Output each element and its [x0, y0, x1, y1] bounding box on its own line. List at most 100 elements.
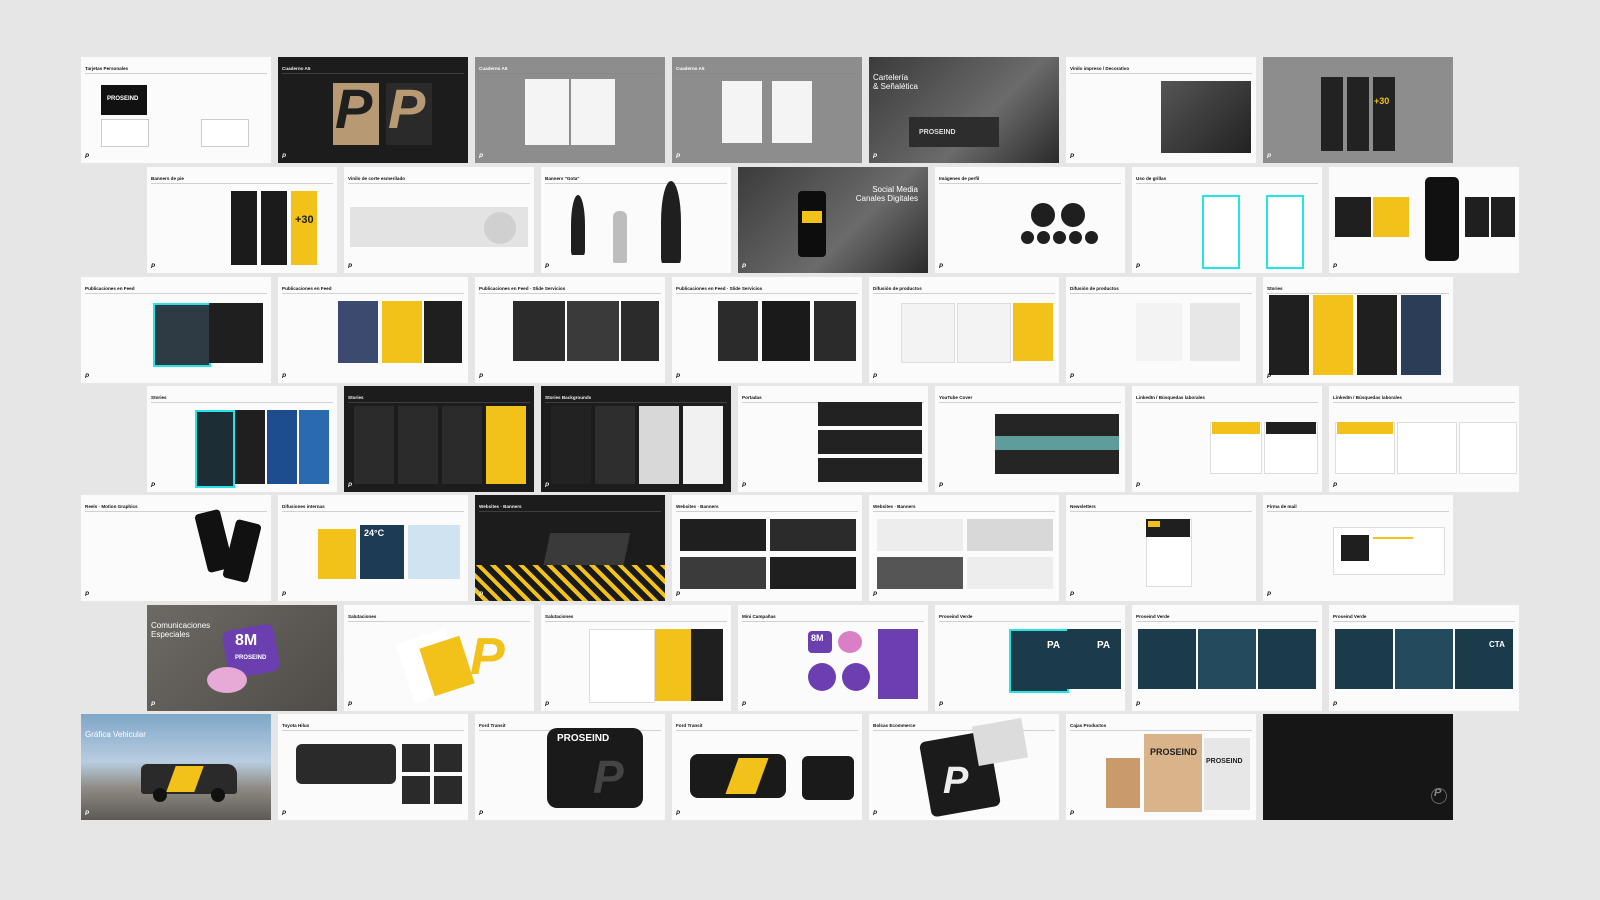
slide-thumbnail[interactable]: Difusión de productos P [869, 277, 1059, 383]
newsletter-accent [1148, 521, 1160, 527]
slide-thumbnail[interactable]: Difusiones internas 24°C P [278, 495, 468, 601]
slide-thumbnail[interactable]: Stories Backgrounds P [541, 386, 731, 492]
slide-thumbnail[interactable]: Toyota Hilux P [278, 714, 468, 820]
slide-thumbnail[interactable]: Uso de grillas P [1132, 167, 1322, 273]
yellow-p-mark: P [470, 628, 505, 686]
slide-thumbnail[interactable]: Cuaderno A5 P [672, 57, 862, 163]
story-4 [486, 406, 526, 484]
linkedin-accent-2 [1266, 422, 1316, 434]
slide-thumbnail[interactable]: Banners "Gota" P [541, 167, 731, 273]
web-banner-4 [967, 557, 1053, 589]
slide-thumbnail[interactable]: LinkedIn / Búsquedas laborales P [1329, 386, 1519, 492]
campaign-badge-text: 8M [811, 633, 824, 643]
slide-thumbnail[interactable]: Proseind Verde P [1132, 605, 1322, 711]
ecommerce-bag-2 [971, 717, 1029, 767]
brand-mark-icon: P [85, 592, 90, 598]
slide-thumbnail[interactable]: Publicaciones en Feed P [278, 277, 468, 383]
slide-thumbnail[interactable]: Firma de mail P [1263, 495, 1453, 601]
cover-3 [818, 458, 922, 482]
box-2 [1144, 734, 1202, 812]
slide-thumbnail[interactable]: Reels · Motion Graphics P [81, 495, 271, 601]
title-rule [348, 621, 530, 622]
banner-pie-1 [231, 191, 257, 265]
slide-thumbnail[interactable]: LinkedIn / Búsquedas laborales P [1132, 386, 1322, 492]
signage-wordmark: PROSEIND [919, 129, 956, 136]
slide-thumbnail[interactable]: Difusión de productos P [1066, 277, 1256, 383]
slide-title: Vinilo impreso / Decorativo [1070, 66, 1130, 71]
slide-thumbnail[interactable]: Cuaderno A5 P [475, 57, 665, 163]
slide-thumbnail[interactable]: Newsletters P [1066, 495, 1256, 601]
title-rule [282, 511, 464, 512]
slide-thumbnail[interactable]: Tarjetas Personales PROSEIND P [81, 57, 271, 163]
title-rule [85, 293, 267, 294]
slide-thumbnail[interactable]: Publicaciones en Feed · Slide Servicios P [672, 277, 862, 383]
slide-title: Cuaderno A5 [282, 66, 311, 71]
slide-thumbnail[interactable]: +30 P [1263, 57, 1453, 163]
title-rule [151, 183, 333, 184]
banner-pie-3 [291, 191, 317, 265]
brand-mark-icon: P [873, 154, 878, 160]
slide-thumbnail[interactable]: Cartelería & Señalética PROSEIND P [869, 57, 1059, 163]
title-rule [85, 73, 267, 74]
title-rule [1267, 511, 1449, 512]
slide-thumbnail[interactable]: Imágenes de perfil P [935, 167, 1125, 273]
slide-thumbnail[interactable]: Ford Transit P [672, 714, 862, 820]
brand-mark-icon: P [873, 374, 878, 380]
slide-thumbnail[interactable]: Publicaciones en Feed P [81, 277, 271, 383]
slide-title: Firma de mail [1267, 504, 1297, 509]
slide-title: Portadas [742, 395, 762, 400]
slide-thumbnail[interactable]: Cuaderno A5 P P P [278, 57, 468, 163]
slide-thumbnail[interactable]: Stories P [1263, 277, 1453, 383]
slide-thumbnail[interactable]: Social Media Canales Digitales P [738, 167, 928, 273]
phone-screen-accent [802, 211, 822, 223]
slide-thumbnail[interactable]: Mini Campañas 8M P [738, 605, 928, 711]
slide-title: Banners de pie [151, 176, 184, 181]
title-rule [676, 511, 858, 512]
notebook-open-left [525, 79, 569, 145]
slide-title: Proseind Verde [1333, 614, 1367, 619]
brand-mark-icon: P [676, 592, 681, 598]
slide-thumbnail[interactable]: Websites · Banners P [869, 495, 1059, 601]
slide-thumbnail[interactable]: Banners de pie +30 P [147, 167, 337, 273]
slide-title: Toyota Hilux [282, 723, 310, 728]
phone-mockup [1425, 177, 1459, 261]
slide-thumbnail[interactable]: Portadas P [738, 386, 928, 492]
slide-title: Difusiones internas [282, 504, 325, 509]
brand-mark-icon: P [1136, 483, 1141, 489]
title-rule [545, 402, 727, 403]
verde-post-2 [1395, 629, 1453, 689]
feed-tile-4 [1491, 197, 1515, 237]
slide-thumbnail[interactable]: YouTube Cover P [935, 386, 1125, 492]
slide-title: Salutaciones [348, 614, 377, 619]
title-rule [1267, 293, 1449, 294]
slide-thumbnail[interactable]: Salutaciones P P [344, 605, 534, 711]
notebook-p-1: P [335, 77, 373, 140]
slide-thumbnail[interactable]: Stories P [344, 386, 534, 492]
brand-mark-icon: P [742, 483, 747, 489]
profile-avatar-large-2 [1061, 203, 1085, 227]
slide-thumbnail[interactable]: Proseind Verde PA PA P [935, 605, 1125, 711]
story-4 [299, 410, 329, 484]
slide-thumbnail[interactable]: Salutaciones P [541, 605, 731, 711]
verde-post-3 [1258, 629, 1316, 689]
slide-thumbnail[interactable]: Ford Transit PROSEIND P P [475, 714, 665, 820]
slide-thumbnail[interactable]: Bolsas Ecommerce P P [869, 714, 1059, 820]
title-rule [873, 730, 1055, 731]
vinyl-photo [1161, 81, 1251, 153]
slide-thumbnail[interactable]: Comunicaciones Especiales 8M PROSEIND P [147, 605, 337, 711]
brand-mark-icon: P [282, 374, 287, 380]
slide-thumbnail[interactable]: Stories P [147, 386, 337, 492]
slide-thumbnail[interactable]: Cajas Productos PROSEIND PROSEIND P [1066, 714, 1256, 820]
slide-thumbnail[interactable]: Vinilo de corte esmerilado P [344, 167, 534, 273]
profile-avatar-large-1 [1031, 203, 1055, 227]
slide-thumbnail[interactable]: Websites · Banners P [475, 495, 665, 601]
slide-thumbnail[interactable]: Vinilo impreso / Decorativo P [1066, 57, 1256, 163]
slide-thumbnail[interactable]: P [1329, 167, 1519, 273]
slide-thumbnail[interactable]: P [1263, 714, 1453, 820]
feed-tile-3 [1465, 197, 1489, 237]
slide-title: YouTube Cover [939, 395, 973, 400]
slide-thumbnail[interactable]: Gráfica Vehicular P [81, 714, 271, 820]
slide-thumbnail[interactable]: Publicaciones en Feed · Slide Servicios P [475, 277, 665, 383]
slide-thumbnail[interactable]: Websites · Banners P [672, 495, 862, 601]
slide-thumbnail[interactable]: Proseind Verde CTA P [1329, 605, 1519, 711]
